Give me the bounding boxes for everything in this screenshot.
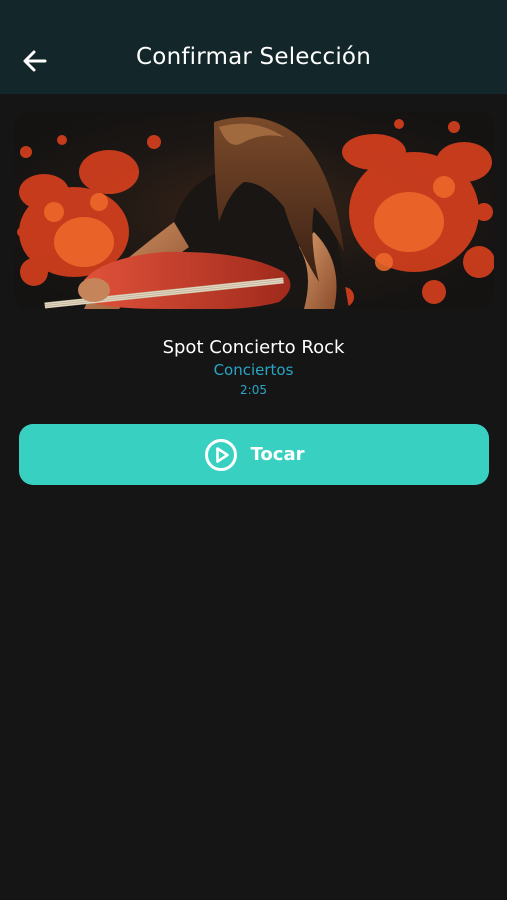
play-button-label: Tocar bbox=[250, 444, 305, 465]
screen: Confirmar Selección Spot Concierto Rock … bbox=[0, 0, 507, 900]
play-button[interactable]: Tocar bbox=[19, 424, 489, 485]
page-title: Confirmar Selección bbox=[136, 44, 371, 70]
app-bar: Confirmar Selección bbox=[0, 0, 507, 94]
play-circle-icon bbox=[204, 438, 238, 472]
track-category: Conciertos bbox=[213, 361, 294, 379]
hero-image bbox=[14, 112, 494, 309]
track-title: Spot Concierto Rock bbox=[162, 337, 345, 358]
track-duration: 2:05 bbox=[240, 383, 267, 397]
